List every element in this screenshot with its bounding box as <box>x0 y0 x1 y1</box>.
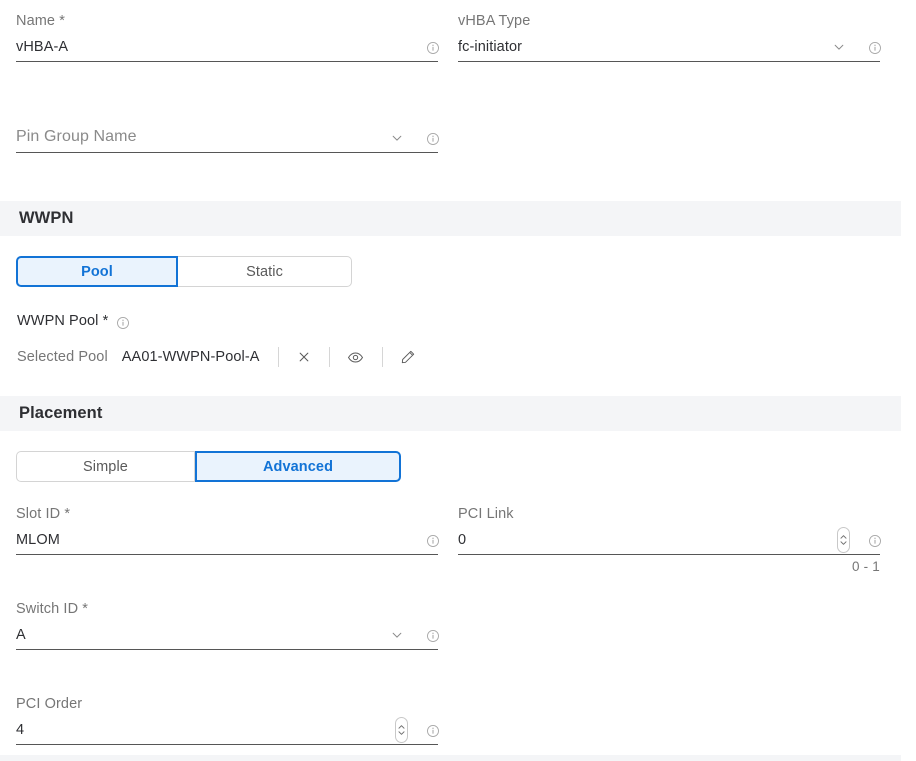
placement-tab-advanced[interactable]: Advanced <box>195 451 401 482</box>
slot-id-label: Slot ID * <box>16 506 71 522</box>
placement-section-header: Placement <box>0 396 901 431</box>
eye-icon <box>347 351 364 363</box>
chevron-down-icon[interactable] <box>390 628 404 647</box>
pci-order-stepper[interactable] <box>395 717 408 743</box>
placement-tab-simple[interactable]: Simple <box>16 451 195 482</box>
switch-id-field-group: Switch ID * A <box>16 600 440 650</box>
slot-id-value[interactable]: MLOM <box>16 532 60 548</box>
pin-group-name-field-group: Pin Group Name <box>16 125 440 153</box>
vhba-configuration-form: Name * vHBA-A vHBA Type fc-initiator Pin… <box>0 0 916 761</box>
pci-order-field-group: PCI Order 4 <box>16 695 440 745</box>
name-label: Name * <box>16 13 65 29</box>
pci-link-input-row[interactable]: 0 <box>458 527 882 555</box>
edit-pool-button[interactable] <box>397 346 419 368</box>
pci-link-stepper[interactable] <box>837 527 850 553</box>
wwpn-pool-label: WWPN Pool * <box>17 313 109 329</box>
info-circle-icon[interactable] <box>116 315 130 331</box>
wwpn-mode-toggle[interactable]: Pool Static <box>16 256 352 287</box>
switch-id-select-row[interactable]: A <box>16 623 440 650</box>
wwpn-tab-pool-label: Pool <box>81 263 113 280</box>
row-divider <box>381 347 383 367</box>
info-circle-icon[interactable] <box>426 722 440 740</box>
stepper-up-down-icon <box>398 725 405 735</box>
pci-order-label: PCI Order <box>16 696 83 712</box>
vhba-type-select-row[interactable]: fc-initiator <box>458 35 882 62</box>
slot-id-input-row[interactable]: MLOM <box>16 528 440 555</box>
placement-mode-toggle[interactable]: Simple Advanced <box>16 451 401 482</box>
name-field-group: Name * vHBA-A <box>16 12 440 62</box>
vhba-type-field-group: vHBA Type fc-initiator <box>458 12 882 62</box>
wwpn-tab-static-label: Static <box>246 263 283 280</box>
info-circle-icon[interactable] <box>426 532 440 550</box>
pci-order-value[interactable]: 4 <box>16 722 24 738</box>
placement-tab-simple-label: Simple <box>83 458 128 475</box>
pci-link-label: PCI Link <box>458 506 514 522</box>
selected-pool-row: Selected Pool AA01-WWPN-Pool-A <box>17 345 419 369</box>
clear-pool-button[interactable] <box>293 346 315 368</box>
vhba-type-label: vHBA Type <box>458 13 531 29</box>
next-section-header-partial <box>0 755 901 761</box>
close-x-icon <box>299 352 308 362</box>
placement-section-title: Placement <box>19 404 103 422</box>
row-divider <box>277 347 279 367</box>
vhba-type-value[interactable]: fc-initiator <box>458 39 522 55</box>
switch-id-value[interactable]: A <box>16 627 26 643</box>
placement-tab-advanced-label: Advanced <box>262 458 334 475</box>
selected-pool-label: Selected Pool <box>17 349 108 365</box>
switch-id-label: Switch ID * <box>16 601 89 617</box>
wwpn-tab-pool[interactable]: Pool <box>16 256 178 287</box>
info-circle-icon[interactable] <box>868 39 882 57</box>
info-circle-icon[interactable] <box>426 627 440 645</box>
info-circle-icon[interactable] <box>426 39 440 57</box>
chevron-down-icon[interactable] <box>390 131 404 150</box>
pci-order-input-row[interactable]: 4 <box>16 717 440 745</box>
wwpn-section-header: WWPN <box>0 201 901 236</box>
row-divider <box>328 347 330 367</box>
info-circle-icon[interactable] <box>868 532 882 550</box>
pin-group-name-select-row[interactable]: Pin Group Name <box>16 125 440 153</box>
pencil-icon <box>401 350 414 364</box>
wwpn-tab-static[interactable]: Static <box>178 256 352 287</box>
name-input-value[interactable]: vHBA-A <box>16 39 68 55</box>
pin-group-name-placeholder[interactable]: Pin Group Name <box>16 128 137 145</box>
wwpn-section-title: WWPN <box>19 209 74 227</box>
pci-link-field-group: PCI Link 0 <box>458 505 882 555</box>
chevron-down-icon[interactable] <box>832 40 846 59</box>
selected-pool-value: AA01-WWPN-Pool-A <box>121 349 260 365</box>
info-circle-icon[interactable] <box>426 130 440 148</box>
wwpn-pool-label-group: WWPN Pool * <box>17 313 130 331</box>
pci-link-range-helper: 0 - 1 <box>851 559 880 574</box>
name-input-row[interactable]: vHBA-A <box>16 35 440 62</box>
view-pool-button[interactable] <box>345 346 367 368</box>
stepper-up-down-icon <box>840 535 847 545</box>
pci-link-value[interactable]: 0 <box>458 532 466 548</box>
slot-id-field-group: Slot ID * MLOM <box>16 505 440 555</box>
